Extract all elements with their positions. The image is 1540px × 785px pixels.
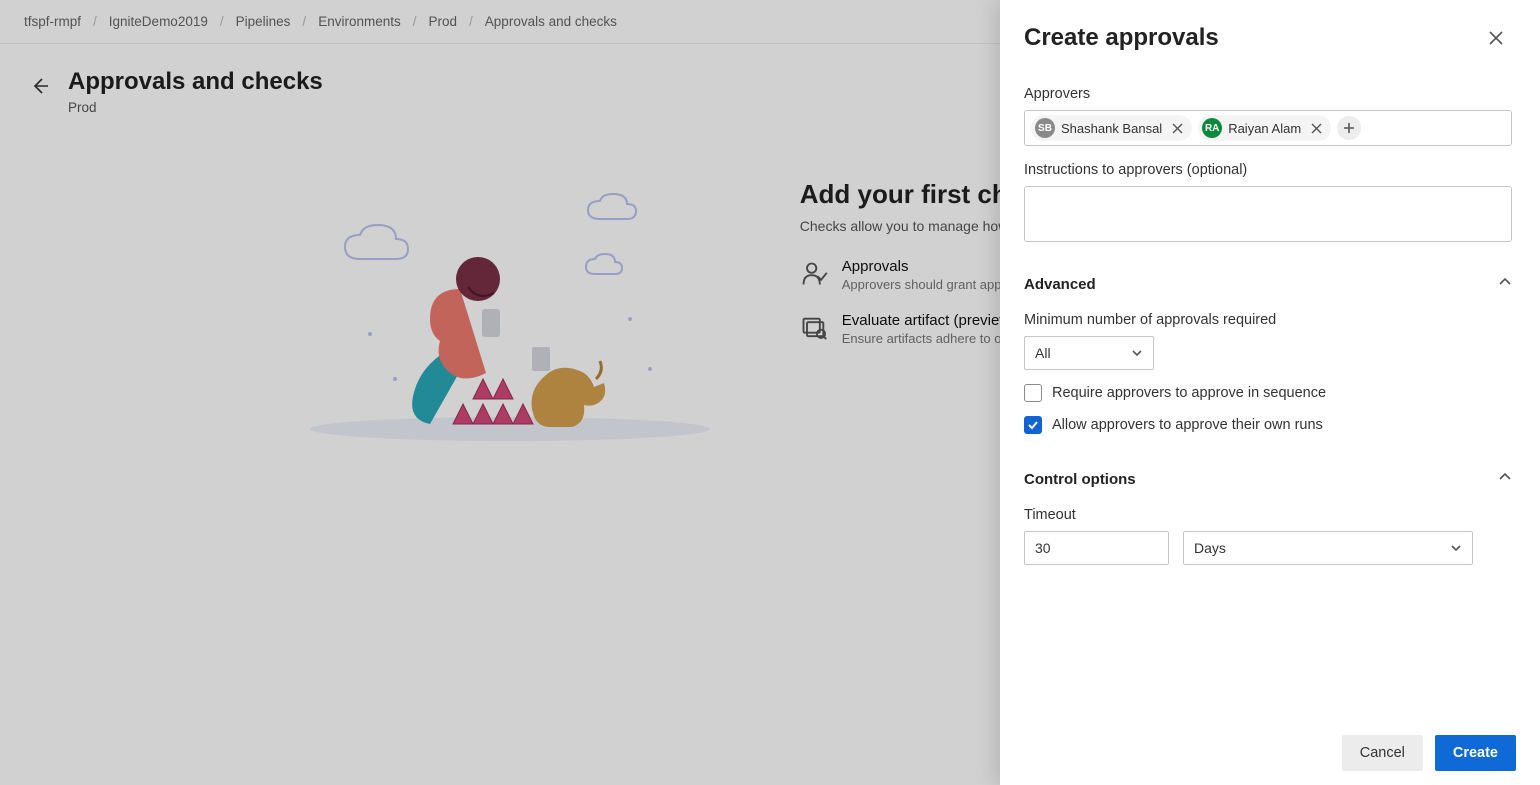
chevron-down-icon: [1450, 542, 1462, 554]
sequence-checkbox[interactable]: [1024, 384, 1042, 402]
approvers-label: Approvers: [1024, 86, 1512, 102]
timeout-unit-select[interactable]: Days: [1183, 531, 1473, 565]
remove-approver-icon[interactable]: [1307, 119, 1325, 137]
avatar: RA: [1202, 118, 1222, 138]
approver-chip: RA Raiyan Alam: [1198, 115, 1331, 141]
timeout-value-input[interactable]: [1024, 531, 1169, 565]
timeout-label: Timeout: [1024, 507, 1512, 523]
cancel-button[interactable]: Cancel: [1342, 735, 1423, 771]
panel-title: Create approvals: [1024, 24, 1219, 52]
min-approvals-value: All: [1035, 345, 1051, 361]
advanced-section-toggle[interactable]: Advanced: [1024, 275, 1512, 294]
instructions-textarea[interactable]: [1024, 186, 1512, 242]
remove-approver-icon[interactable]: [1168, 119, 1186, 137]
chevron-up-icon: [1498, 470, 1512, 489]
chevron-down-icon: [1131, 347, 1143, 359]
create-button[interactable]: Create: [1435, 735, 1516, 771]
advanced-heading: Advanced: [1024, 276, 1096, 293]
control-options-toggle[interactable]: Control options: [1024, 470, 1512, 489]
avatar: SB: [1035, 118, 1055, 138]
control-options-heading: Control options: [1024, 471, 1136, 488]
create-approvals-panel: Create approvals Approvers SB Shashank B…: [1000, 0, 1540, 785]
own-runs-checkbox-label: Allow approvers to approve their own run…: [1052, 417, 1323, 433]
own-runs-checkbox[interactable]: [1024, 416, 1042, 434]
add-approver-button[interactable]: [1337, 116, 1361, 140]
timeout-unit-value: Days: [1194, 540, 1226, 556]
instructions-label: Instructions to approvers (optional): [1024, 162, 1512, 178]
approver-name: Raiyan Alam: [1228, 121, 1301, 136]
approver-name: Shashank Bansal: [1061, 121, 1162, 136]
close-icon[interactable]: [1480, 22, 1512, 54]
chevron-up-icon: [1498, 275, 1512, 294]
approvers-input[interactable]: SB Shashank Bansal RA Raiyan Alam: [1024, 110, 1512, 146]
min-approvals-select[interactable]: All: [1024, 336, 1154, 370]
min-approvals-label: Minimum number of approvals required: [1024, 312, 1512, 328]
sequence-checkbox-label: Require approvers to approve in sequence: [1052, 385, 1326, 401]
approver-chip: SB Shashank Bansal: [1031, 115, 1192, 141]
